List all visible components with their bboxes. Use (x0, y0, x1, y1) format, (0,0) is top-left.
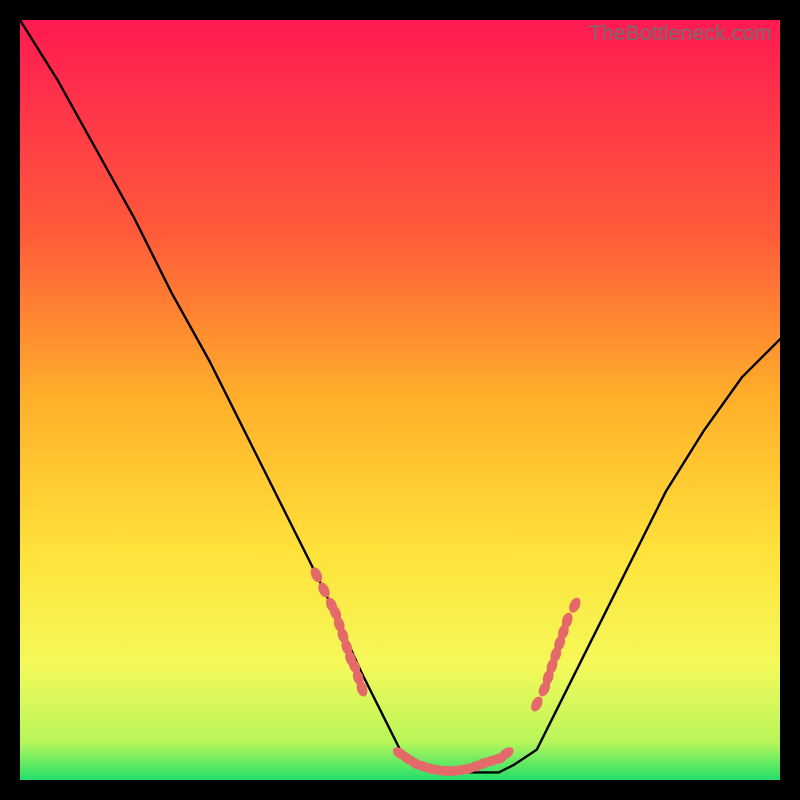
watermark-text: TheBottleneck.com (589, 22, 772, 46)
chart-frame: TheBottleneck.com (20, 20, 780, 780)
bottleneck-chart (20, 20, 780, 780)
gradient-background (20, 20, 780, 780)
